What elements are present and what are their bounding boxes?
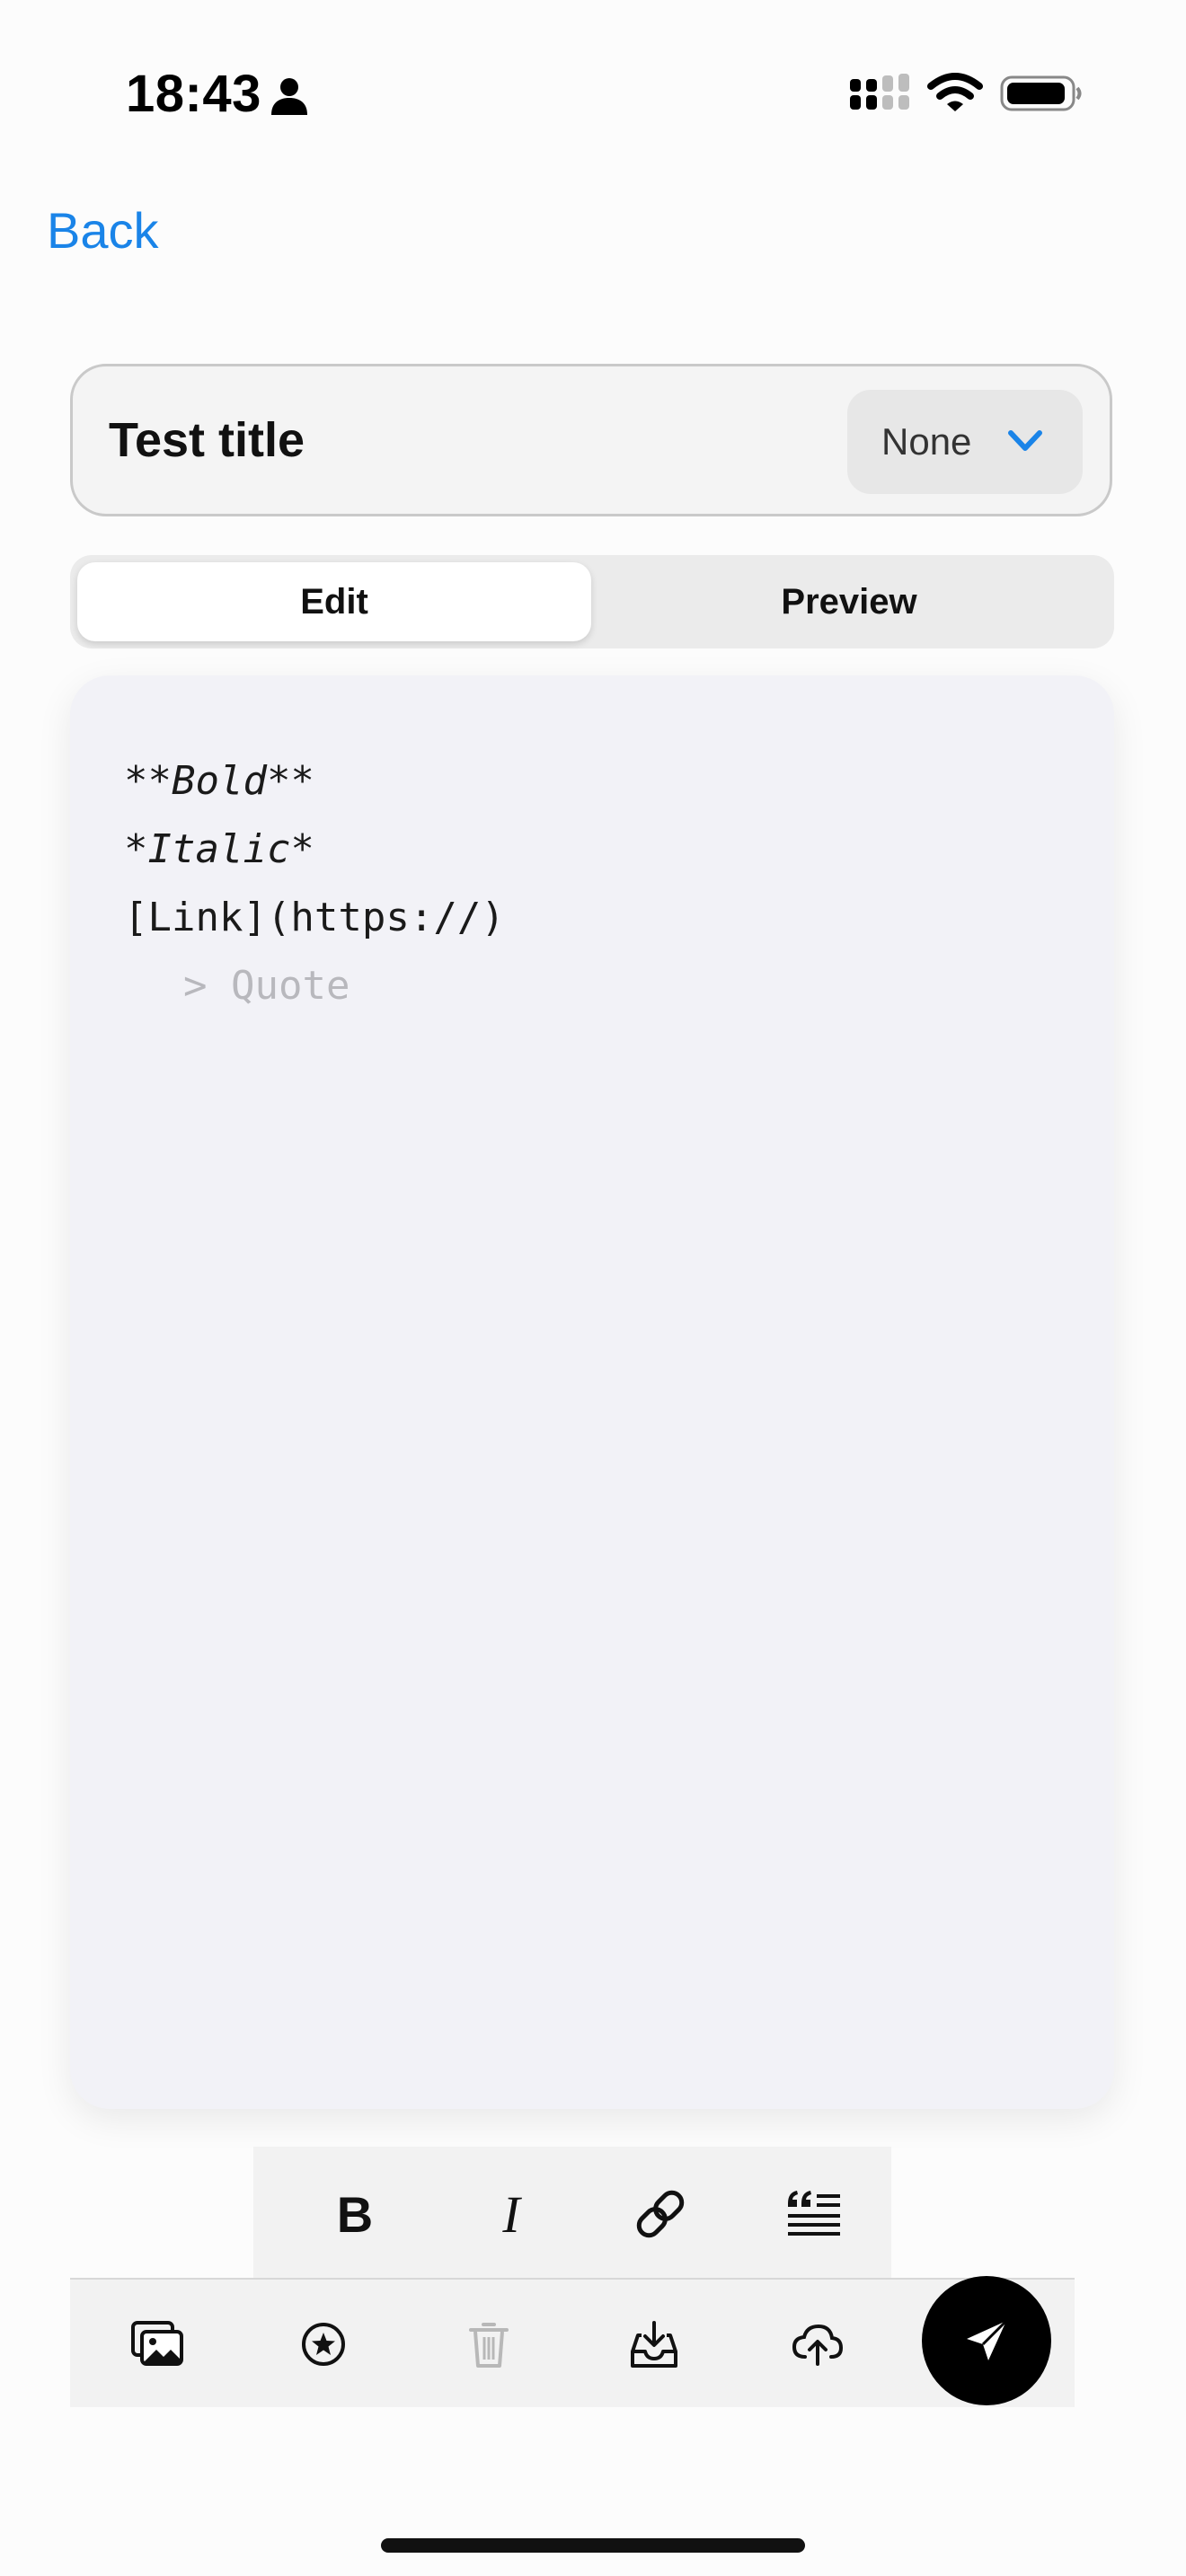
quote-icon bbox=[788, 2191, 840, 2236]
editor-line: **Bold** bbox=[124, 758, 314, 804]
editor-content: **Bold** *Italic* [Link](https://) > Quo… bbox=[124, 747, 1058, 1020]
tab-edit[interactable]: Edit bbox=[77, 562, 591, 641]
cloud-upload-button[interactable] bbox=[780, 2307, 855, 2382]
title-input[interactable] bbox=[109, 366, 828, 514]
cloud-upload-icon bbox=[792, 2324, 844, 2366]
bold-icon: B bbox=[336, 2185, 374, 2243]
back-button[interactable]: Back bbox=[47, 199, 159, 262]
inbox-download-icon bbox=[631, 2321, 677, 2368]
person-icon bbox=[268, 74, 311, 117]
favorite-button[interactable] bbox=[286, 2307, 361, 2382]
trash-icon bbox=[469, 2323, 509, 2368]
send-button[interactable] bbox=[922, 2276, 1051, 2405]
category-select[interactable]: None bbox=[847, 390, 1083, 494]
editor-line: [Link](https://) bbox=[124, 895, 505, 940]
quote-button[interactable] bbox=[773, 2174, 854, 2254]
battery-icon bbox=[999, 72, 1084, 115]
photo-button[interactable] bbox=[120, 2307, 196, 2382]
link-button[interactable] bbox=[620, 2174, 701, 2254]
format-toolbar: B I bbox=[253, 2147, 891, 2278]
signal-icon bbox=[848, 74, 911, 117]
send-icon bbox=[967, 2319, 1008, 2360]
title-field: None bbox=[70, 364, 1112, 516]
editor-line: *Italic* bbox=[124, 826, 314, 872]
delete-button[interactable] bbox=[451, 2307, 527, 2382]
status-time: 18:43 bbox=[126, 65, 261, 123]
italic-button[interactable]: I bbox=[471, 2174, 552, 2254]
category-selected-label: None bbox=[881, 420, 972, 463]
wifi-icon bbox=[927, 72, 983, 115]
photo-icon bbox=[131, 2321, 183, 2366]
chevron-down-icon bbox=[1005, 424, 1045, 460]
save-download-button[interactable] bbox=[616, 2307, 692, 2382]
italic-icon: I bbox=[502, 2184, 520, 2244]
link-icon bbox=[636, 2190, 685, 2238]
star-icon bbox=[302, 2323, 345, 2366]
bold-button[interactable]: B bbox=[314, 2174, 395, 2254]
tab-preview[interactable]: Preview bbox=[591, 562, 1107, 641]
markdown-editor[interactable]: **Bold** *Italic* [Link](https://) > Quo… bbox=[70, 675, 1114, 2109]
mode-segmented-control: Edit Preview bbox=[70, 555, 1114, 648]
home-indicator bbox=[381, 2538, 805, 2553]
editor-placeholder: > Quote bbox=[183, 963, 350, 1009]
